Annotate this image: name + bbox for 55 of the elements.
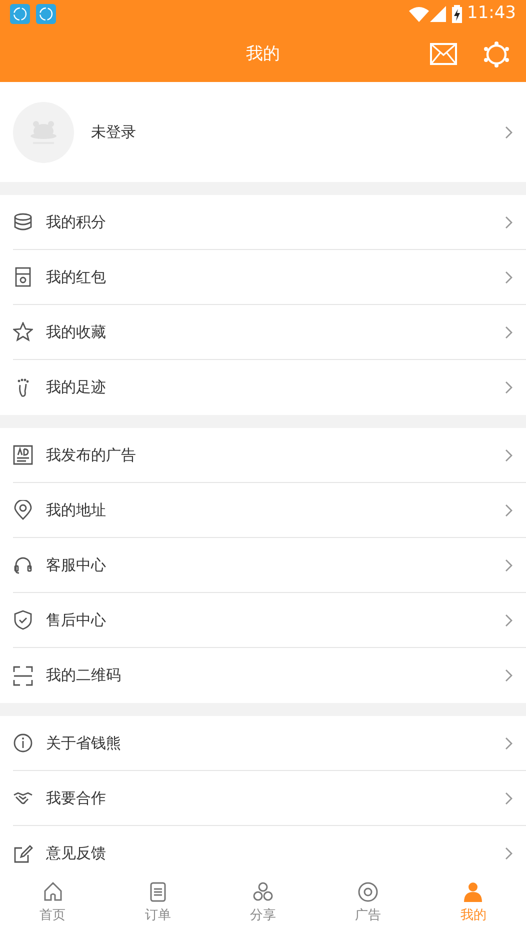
profile-row[interactable]: 未登录 xyxy=(0,82,526,182)
menu-item[interactable]: 我的积分 xyxy=(13,195,526,250)
chevron-icon xyxy=(505,448,513,462)
menu-item[interactable]: 售后中心 xyxy=(13,593,526,648)
star-icon xyxy=(13,322,33,342)
chevron-icon xyxy=(505,270,513,284)
menu-item[interactable]: 我的二维码 xyxy=(13,648,526,703)
app-icon xyxy=(36,4,56,24)
menu-item[interactable]: 我的足迹 xyxy=(13,360,526,415)
chevron-icon xyxy=(505,504,513,516)
menu-item[interactable]: 我的红包 xyxy=(13,250,526,305)
tab[interactable]: 首页 xyxy=(0,871,106,935)
menu-item[interactable]: 意见反馈 xyxy=(13,826,526,871)
wifi-icon xyxy=(409,6,429,22)
circles-icon xyxy=(252,880,274,903)
menu-item[interactable]: 我的收藏 xyxy=(13,305,526,360)
chevron-icon xyxy=(505,669,513,682)
tab[interactable]: 广告 xyxy=(316,871,421,935)
menu-item[interactable]: 我发布的广告 xyxy=(13,428,526,483)
mail-icon[interactable] xyxy=(430,43,457,65)
person-icon xyxy=(462,880,484,903)
chevron-icon xyxy=(505,792,513,804)
page-title: 我的 xyxy=(246,43,280,66)
settings-icon[interactable] xyxy=(483,41,510,68)
battery-icon xyxy=(452,5,462,23)
chevron-icon xyxy=(505,847,513,860)
signal-icon xyxy=(430,6,446,22)
shield-check-icon xyxy=(13,610,33,630)
info-icon xyxy=(13,733,33,753)
chevron-icon xyxy=(505,736,513,750)
chevron-icon xyxy=(505,614,513,626)
envelope-icon xyxy=(13,267,33,287)
target-icon xyxy=(357,880,380,903)
chevron-icon xyxy=(505,216,513,228)
chevron-icon xyxy=(505,126,513,138)
menu-item[interactable]: 我的地址 xyxy=(13,483,526,538)
tab[interactable]: 订单 xyxy=(105,871,210,935)
avatar-icon xyxy=(13,102,74,162)
menu-item[interactable]: 关于省钱熊 xyxy=(13,716,526,771)
chevron-icon xyxy=(505,381,513,394)
ad-icon xyxy=(13,445,33,465)
headset-icon xyxy=(13,555,33,575)
edit-icon xyxy=(13,844,33,864)
chevron-icon xyxy=(505,558,513,572)
status-time: 11:43 xyxy=(467,2,516,26)
menu-item[interactable]: 我要合作 xyxy=(13,771,526,826)
location-pin-icon xyxy=(13,500,33,520)
scan-icon xyxy=(13,666,33,686)
login-status: 未登录 xyxy=(91,122,137,143)
coins-icon xyxy=(13,212,33,232)
home-icon xyxy=(42,880,64,903)
menu-item[interactable]: 客服中心 xyxy=(13,538,526,593)
app-icon xyxy=(10,4,30,24)
tab[interactable]: 分享 xyxy=(210,871,316,935)
chevron-icon xyxy=(505,326,513,338)
